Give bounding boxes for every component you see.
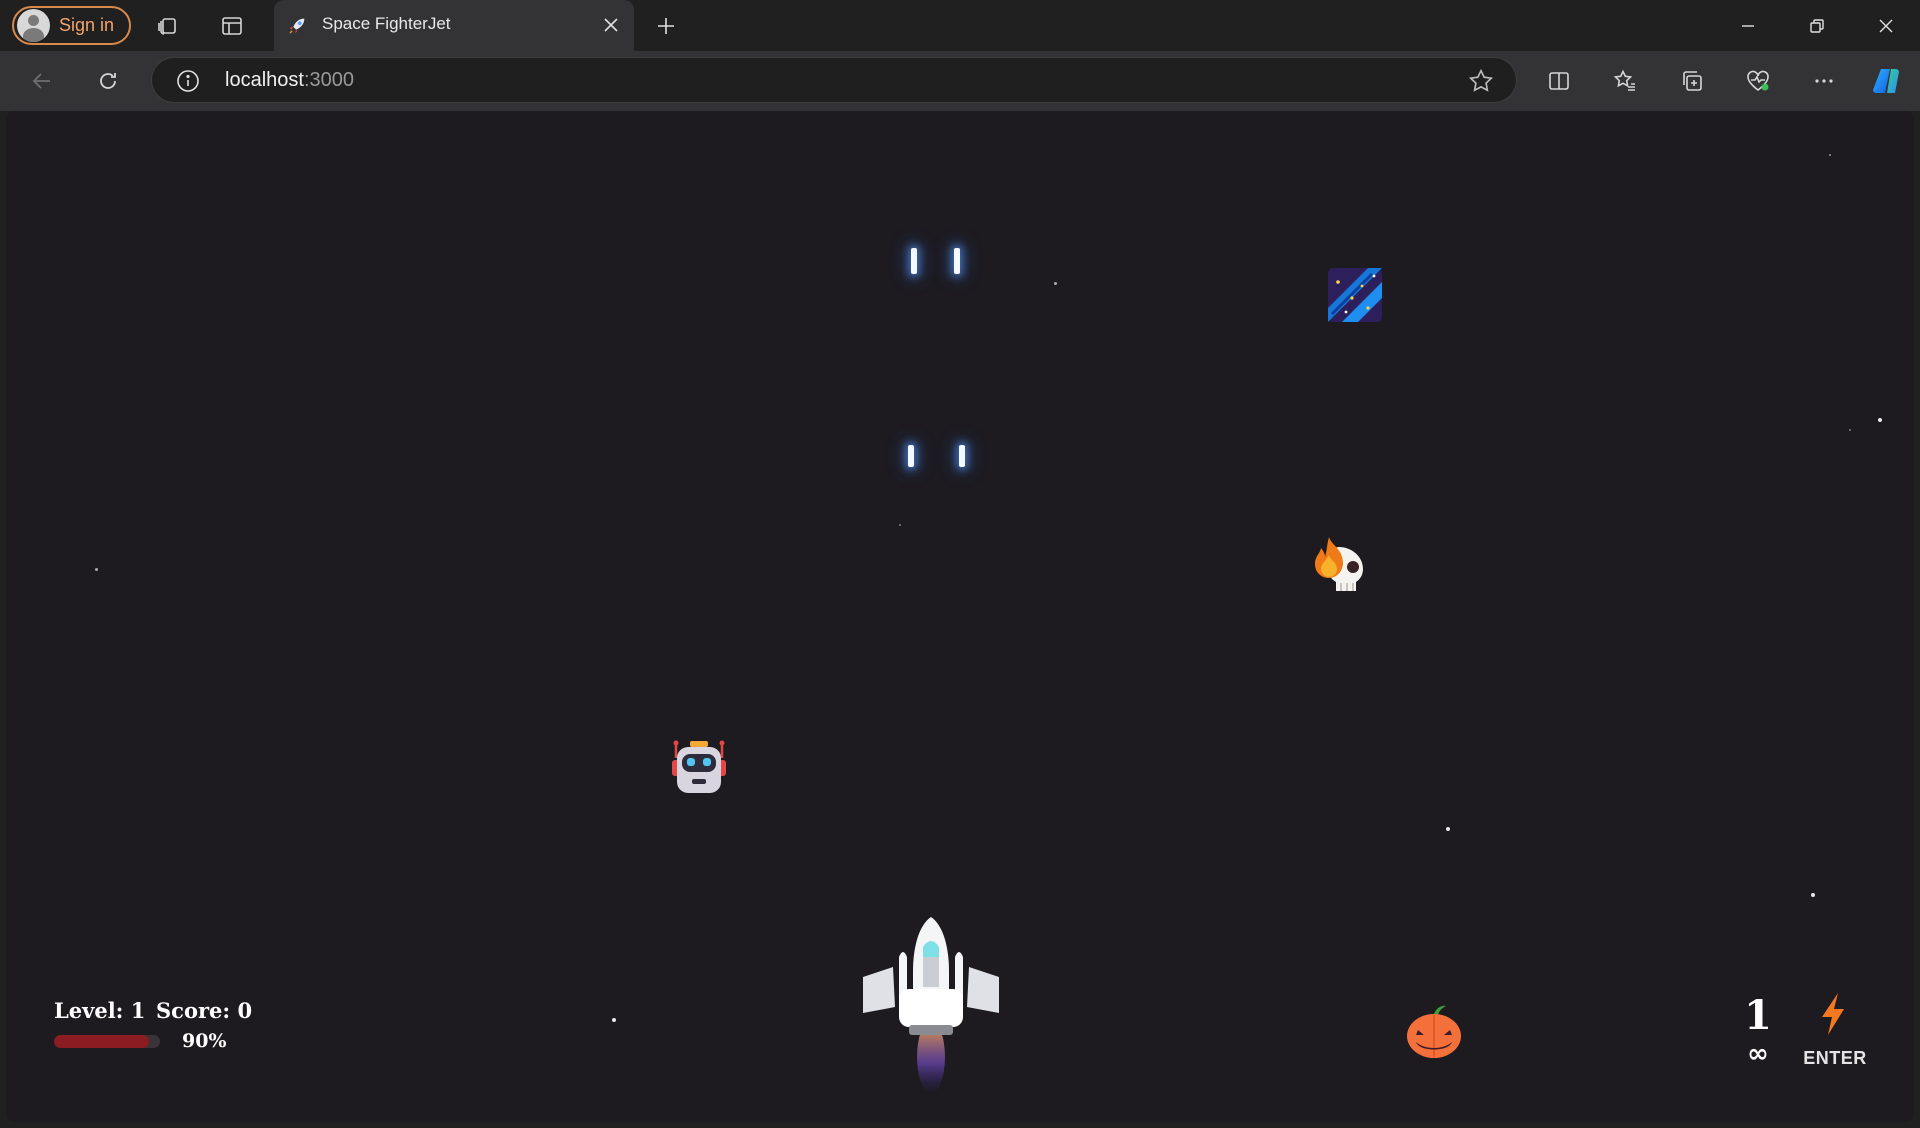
copilot-icon[interactable] xyxy=(1869,64,1903,98)
background-star xyxy=(1849,429,1851,431)
site-info-icon[interactable] xyxy=(176,69,200,93)
comet-tile-icon xyxy=(1328,268,1382,322)
background-star xyxy=(612,1018,616,1022)
tab-actions-icon[interactable] xyxy=(217,11,247,41)
background-star xyxy=(1811,893,1815,897)
close-window-icon[interactable] xyxy=(1866,8,1906,44)
restore-icon[interactable] xyxy=(1797,8,1837,44)
flaming-skull-icon xyxy=(1315,537,1363,591)
player-bullet xyxy=(911,248,917,274)
robot-icon xyxy=(672,740,726,793)
refresh-icon[interactable] xyxy=(91,64,125,98)
ammo-infinity: ∞ xyxy=(1747,1039,1769,1069)
more-options-icon[interactable] xyxy=(1807,64,1841,98)
url-host: localhost xyxy=(225,69,304,91)
browser-tab-strip: Sign in Space FighterJet xyxy=(0,0,1920,51)
health-percent: 90% xyxy=(182,1030,227,1052)
jack-o-lantern-icon xyxy=(1407,1005,1461,1058)
game-canvas[interactable]: Level: 1 Score: 0 90% 1 ∞ ENTER xyxy=(6,111,1914,1122)
address-bar[interactable]: localhost:3000 xyxy=(151,57,1517,103)
favorite-star-icon[interactable] xyxy=(1468,68,1494,94)
workspaces-icon[interactable] xyxy=(153,11,183,41)
background-star xyxy=(1446,827,1450,831)
rocket-favicon-icon xyxy=(289,18,305,34)
profile-avatar-icon xyxy=(17,9,50,42)
new-tab-icon[interactable] xyxy=(650,10,682,42)
collections-icon[interactable] xyxy=(1675,64,1709,98)
url-port: :3000 xyxy=(303,69,354,91)
browser-toolbar: localhost:3000 xyxy=(0,51,1920,111)
sign-in-button[interactable]: Sign in xyxy=(12,6,131,45)
favorites-icon[interactable] xyxy=(1608,64,1642,98)
level-indicator: Level: 1 xyxy=(54,998,146,1023)
background-star xyxy=(1054,282,1057,285)
background-star xyxy=(95,568,98,571)
score-indicator: Score: 0 xyxy=(156,998,253,1023)
background-star xyxy=(1829,154,1831,156)
url-text: localhost:3000 xyxy=(225,69,354,92)
background-star xyxy=(1878,418,1882,422)
enter-key-hint: ENTER xyxy=(1803,1048,1867,1068)
browser-essentials-icon[interactable] xyxy=(1741,64,1775,98)
close-tab-icon[interactable] xyxy=(598,12,624,38)
health-bar-fill xyxy=(54,1035,150,1048)
back-icon[interactable] xyxy=(25,64,59,98)
sign-in-label: Sign in xyxy=(59,15,115,35)
player-bullet xyxy=(908,445,914,467)
active-tab[interactable]: Space FighterJet xyxy=(274,0,634,51)
lightning-bolt-icon[interactable] xyxy=(1808,989,1858,1039)
player-bullet xyxy=(954,248,960,274)
background-star xyxy=(899,524,901,526)
health-bar xyxy=(54,1035,160,1048)
tab-title: Space FighterJet xyxy=(322,14,451,33)
minimize-icon[interactable] xyxy=(1728,8,1768,44)
fighter-jet-icon xyxy=(863,917,999,1093)
split-screen-icon[interactable] xyxy=(1542,64,1576,98)
lives-count: 1 xyxy=(1744,992,1772,1039)
player-bullet xyxy=(959,445,965,467)
